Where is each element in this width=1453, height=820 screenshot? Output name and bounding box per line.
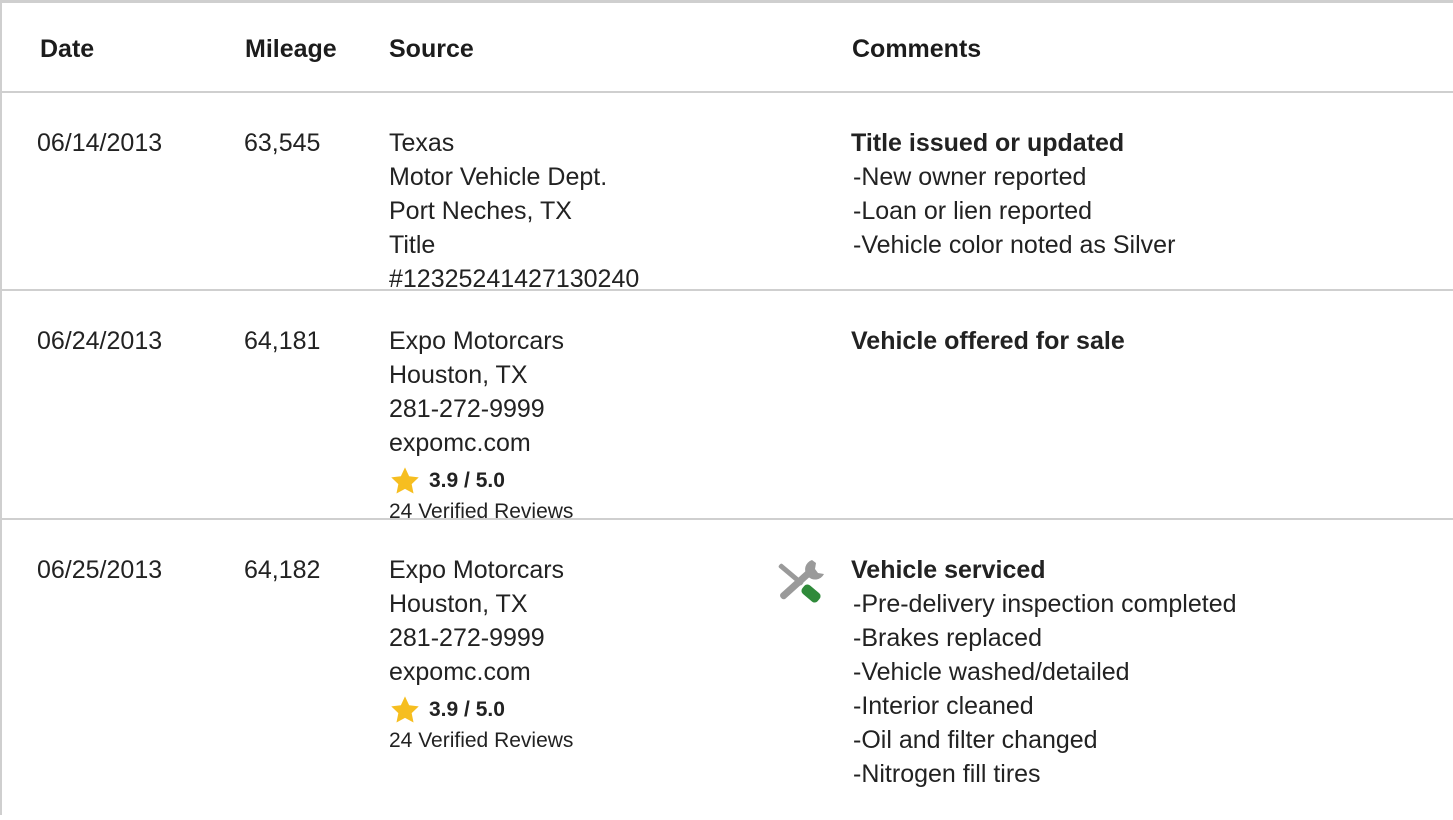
star-icon — [391, 467, 419, 494]
column-header-date: Date — [40, 35, 95, 63]
comment-item: -Vehicle color noted as Silver — [853, 231, 1176, 259]
comment-item: -Brakes replaced — [853, 624, 1042, 652]
service-tools-icon — [778, 560, 824, 603]
comment-item: -Nitrogen fill tires — [853, 760, 1041, 788]
table-header: Date Mileage Source Comments — [2, 6, 1453, 93]
comment-item: -New owner reported — [853, 163, 1087, 191]
dealer-website-link[interactable]: expomc.com — [389, 655, 573, 689]
source-line: Title — [389, 231, 436, 259]
comment-title: Vehicle serviced — [851, 556, 1046, 584]
record-comments: Vehicle serviced -Pre-delivery inspectio… — [851, 553, 1237, 791]
record-date: 06/25/2013 — [37, 556, 163, 584]
column-header-mileage: Mileage — [245, 35, 337, 63]
column-header-source: Source — [389, 35, 474, 63]
comment-item: -Pre-delivery inspection completed — [853, 590, 1237, 618]
record-source: Expo Motorcars Houston, TX 281-272-9999 … — [389, 324, 573, 526]
table-row: 06/24/2013 64,181 Expo Motorcars Houston… — [2, 291, 1453, 523]
record-mileage: 64,182 — [244, 556, 321, 584]
source-line: Texas — [389, 129, 455, 157]
record-source: Texas Motor Vehicle Dept. Port Neches, T… — [389, 126, 639, 296]
record-mileage: 63,545 — [244, 129, 321, 157]
record-mileage: 64,181 — [244, 327, 321, 355]
table-row: 06/14/2013 63,545 Texas Motor Vehicle De… — [2, 93, 1453, 293]
source-line: Port Neches, TX — [389, 197, 572, 225]
dealer-phone[interactable]: 281-272-9999 — [389, 392, 573, 426]
dealer-rating: 3.9 / 5.0 — [389, 464, 573, 498]
record-date: 06/24/2013 — [37, 327, 163, 355]
dealer-location: Houston, TX — [389, 590, 528, 618]
comment-item: -Vehicle washed/detailed — [853, 658, 1130, 686]
rating-value: 3.9 / 5.0 — [429, 698, 505, 721]
comment-item: -Oil and filter changed — [853, 726, 1098, 754]
verified-reviews-link[interactable]: 24 Verified Reviews — [389, 727, 573, 755]
rating-value: 3.9 / 5.0 — [429, 469, 505, 492]
table-row: 06/25/2013 64,182 Expo Motorcars Houston… — [2, 520, 1453, 820]
record-source: Expo Motorcars Houston, TX 281-272-9999 … — [389, 553, 573, 755]
record-date: 06/14/2013 — [37, 129, 163, 157]
comment-title: Title issued or updated — [851, 129, 1125, 157]
column-header-comments: Comments — [852, 35, 982, 63]
source-line: Motor Vehicle Dept. — [389, 163, 608, 191]
dealer-name-link[interactable]: Expo Motorcars — [389, 553, 573, 587]
record-comments: Title issued or updated -New owner repor… — [851, 126, 1175, 262]
star-icon — [391, 696, 419, 723]
dealer-phone[interactable]: 281-272-9999 — [389, 621, 573, 655]
record-comments: Vehicle offered for sale — [851, 324, 1125, 358]
dealer-name-link[interactable]: Expo Motorcars — [389, 324, 573, 358]
comment-item: -Interior cleaned — [853, 692, 1034, 720]
comment-item: -Loan or lien reported — [853, 197, 1093, 225]
comment-title: Vehicle offered for sale — [851, 327, 1125, 355]
dealer-location: Houston, TX — [389, 361, 528, 389]
dealer-website-link[interactable]: expomc.com — [389, 426, 573, 460]
vehicle-history-table: Date Mileage Source Comments 06/14/2013 … — [2, 6, 1453, 820]
dealer-rating: 3.9 / 5.0 — [389, 693, 573, 727]
